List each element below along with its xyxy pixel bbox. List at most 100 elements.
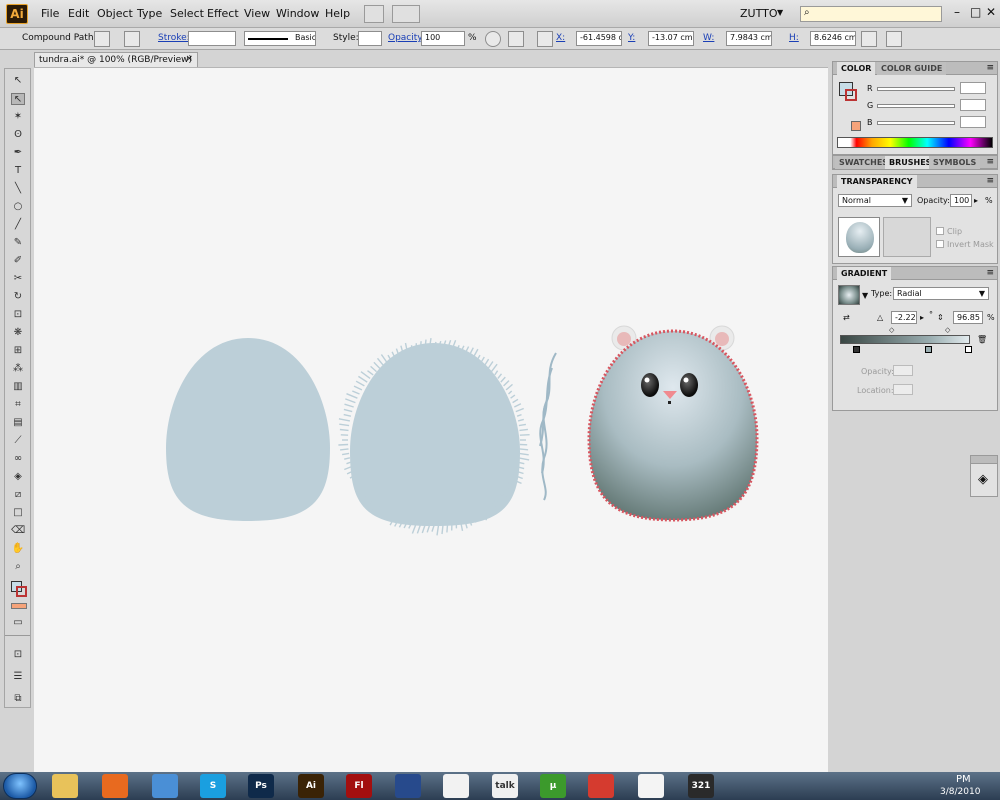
chevron-down-icon[interactable]: ▼ (862, 291, 868, 300)
taskbar-app-save[interactable] (395, 774, 421, 798)
angle-stepper-icon[interactable]: ▸ (920, 313, 924, 322)
graphic-style-dropdown[interactable] (358, 31, 382, 46)
taskbar-app-gtalk[interactable]: talk (492, 774, 518, 798)
artboard-tool-icon[interactable]: □ (11, 507, 25, 519)
mesh-tool-icon[interactable]: ⌗ (11, 399, 25, 411)
scissors-tool-icon[interactable]: ✂ (11, 273, 25, 285)
fill-stroke-icon[interactable] (11, 581, 27, 597)
rotate-tool-icon[interactable]: ↻ (11, 291, 25, 303)
arrange-documents-button[interactable] (392, 5, 420, 23)
document-tab[interactable]: tundra.ai* @ 100% (RGB/Preview) × (34, 52, 198, 67)
reference-point-icon[interactable] (537, 31, 553, 47)
menu-window[interactable]: Window (276, 7, 319, 20)
stop-location-field[interactable] (893, 384, 913, 395)
tab-color-guide[interactable]: COLOR GUIDE (877, 62, 947, 75)
layers-panel-icon[interactable]: ☰ (11, 671, 25, 683)
eyedropper-tool-icon[interactable]: ⟋ (11, 435, 25, 447)
tab-brushes[interactable]: BRUSHES (885, 156, 936, 169)
pen-tool-icon[interactable]: ✒ (11, 147, 25, 159)
minimize-button[interactable]: – (954, 5, 960, 19)
layers-icon[interactable]: ◈ (978, 472, 988, 487)
fill-swatch[interactable] (94, 31, 110, 47)
menu-view[interactable]: View (244, 7, 270, 20)
blend-mode-dropdown[interactable]: Normal ▼ (838, 194, 912, 207)
search-input[interactable]: ⌕ (800, 6, 942, 22)
opacity-label[interactable]: Opacity: (388, 33, 425, 43)
direct-selection-tool-icon[interactable]: ↖ (11, 93, 25, 105)
stroke-label[interactable]: Stroke: (158, 33, 190, 43)
gradient-stop[interactable] (965, 346, 972, 353)
lasso-tool-icon[interactable]: ʘ (11, 129, 25, 141)
taskbar-app-explorer[interactable] (52, 774, 78, 798)
hand-tool-icon[interactable]: ✋ (11, 543, 25, 555)
gradient-stop[interactable] (925, 346, 932, 353)
close-button[interactable]: ✕ (986, 5, 996, 19)
links-panel-icon[interactable]: ⧉ (11, 693, 25, 705)
gradient-type-dropdown[interactable]: Radial ▼ (893, 287, 989, 300)
taskbar-app-browser[interactable] (152, 774, 178, 798)
fur-strand-shape[interactable] (539, 352, 557, 501)
taskbar-app-chrome[interactable] (588, 774, 614, 798)
eraser-tool-icon[interactable]: ⌫ (11, 525, 25, 537)
live-paint-tool-icon[interactable]: ◈ (11, 471, 25, 483)
magic-wand-tool-icon[interactable]: ✶ (11, 111, 25, 123)
y-field[interactable]: -13.07 cm (648, 31, 694, 46)
maximize-button[interactable]: □ (970, 5, 981, 19)
taskbar-app-photoshop[interactable]: Ps (248, 774, 274, 798)
creature-character[interactable] (587, 325, 759, 522)
line-tool-icon[interactable]: ╲ (11, 183, 25, 195)
x-field[interactable]: -61.4598 cm (576, 31, 622, 46)
zoom-tool-icon[interactable]: ⌕ (11, 561, 25, 573)
isolate-icon[interactable] (886, 31, 902, 47)
chevron-down-icon[interactable]: ▼ (777, 8, 783, 17)
opacity-field[interactable]: 100 (421, 31, 465, 46)
blend-tool-icon[interactable]: ∞ (11, 453, 25, 465)
panel-menu-icon[interactable]: ≡ (986, 268, 994, 278)
out-of-gamut-swatch[interactable] (851, 121, 861, 131)
opacity-stepper-icon[interactable]: ▸ (974, 196, 978, 205)
blue-slider[interactable] (877, 121, 955, 125)
blob-brush-tool-icon[interactable]: ✐ (11, 255, 25, 267)
mask-thumbnail[interactable] (838, 217, 880, 257)
width-field[interactable]: 7.9843 cm (726, 31, 772, 46)
brush-definition-dropdown[interactable]: Basic (244, 31, 316, 46)
transparency-title[interactable]: TRANSPARENCY (837, 175, 917, 188)
taskbar-app-firefox[interactable] (102, 774, 128, 798)
green-slider[interactable] (877, 104, 955, 108)
red-value-field[interactable] (960, 82, 986, 94)
selection-tool-icon[interactable]: ↖ (11, 75, 25, 87)
opacity-field[interactable]: 100 (950, 194, 972, 207)
warp-tool-icon[interactable]: ❋ (11, 327, 25, 339)
ellipse-tool-icon[interactable]: ○ (11, 201, 25, 213)
bridge-button[interactable] (364, 5, 384, 23)
furry-egg-shape[interactable] (338, 337, 530, 536)
type-tool-icon[interactable]: T (11, 165, 25, 177)
menu-type[interactable]: Type (137, 7, 162, 20)
panel-menu-icon[interactable]: ≡ (986, 63, 994, 73)
drawing-mode-icon[interactable]: ▭ (11, 617, 25, 629)
tab-symbols[interactable]: SYMBOLS (929, 156, 981, 169)
gradient-stop[interactable] (853, 346, 860, 353)
gradient-tool-icon[interactable]: ▤ (11, 417, 25, 429)
green-value-field[interactable] (960, 99, 986, 111)
stroke-swatch[interactable] (124, 31, 140, 47)
height-field[interactable]: 8.6246 cm (810, 31, 856, 46)
menu-select[interactable]: Select (170, 7, 204, 20)
invert-mask-checkbox[interactable] (936, 240, 944, 248)
menu-object[interactable]: Object (97, 7, 133, 20)
menu-effect[interactable]: Effect (207, 7, 239, 20)
paintbrush-tool-icon[interactable]: ╱ (11, 219, 25, 231)
close-tab-icon[interactable]: × (185, 54, 193, 64)
delete-stop-icon[interactable]: 🗑 (977, 335, 987, 344)
angle-field[interactable]: -2.22 (891, 311, 917, 324)
graph-tool-icon[interactable]: ▥ (11, 381, 25, 393)
tab-swatches[interactable]: SWATCHES (835, 156, 893, 169)
recolor-icon[interactable] (485, 31, 501, 47)
artboard-canvas[interactable] (34, 67, 828, 772)
taskbar-app-runner[interactable] (443, 774, 469, 798)
color-spectrum[interactable] (837, 137, 993, 148)
opacity-mask-slot[interactable] (883, 217, 931, 257)
taskbar-app-skype[interactable]: S (200, 774, 226, 798)
taskbar-app-utorrent[interactable]: µ (540, 774, 566, 798)
midpoint-marker[interactable]: ◇ (945, 326, 950, 334)
